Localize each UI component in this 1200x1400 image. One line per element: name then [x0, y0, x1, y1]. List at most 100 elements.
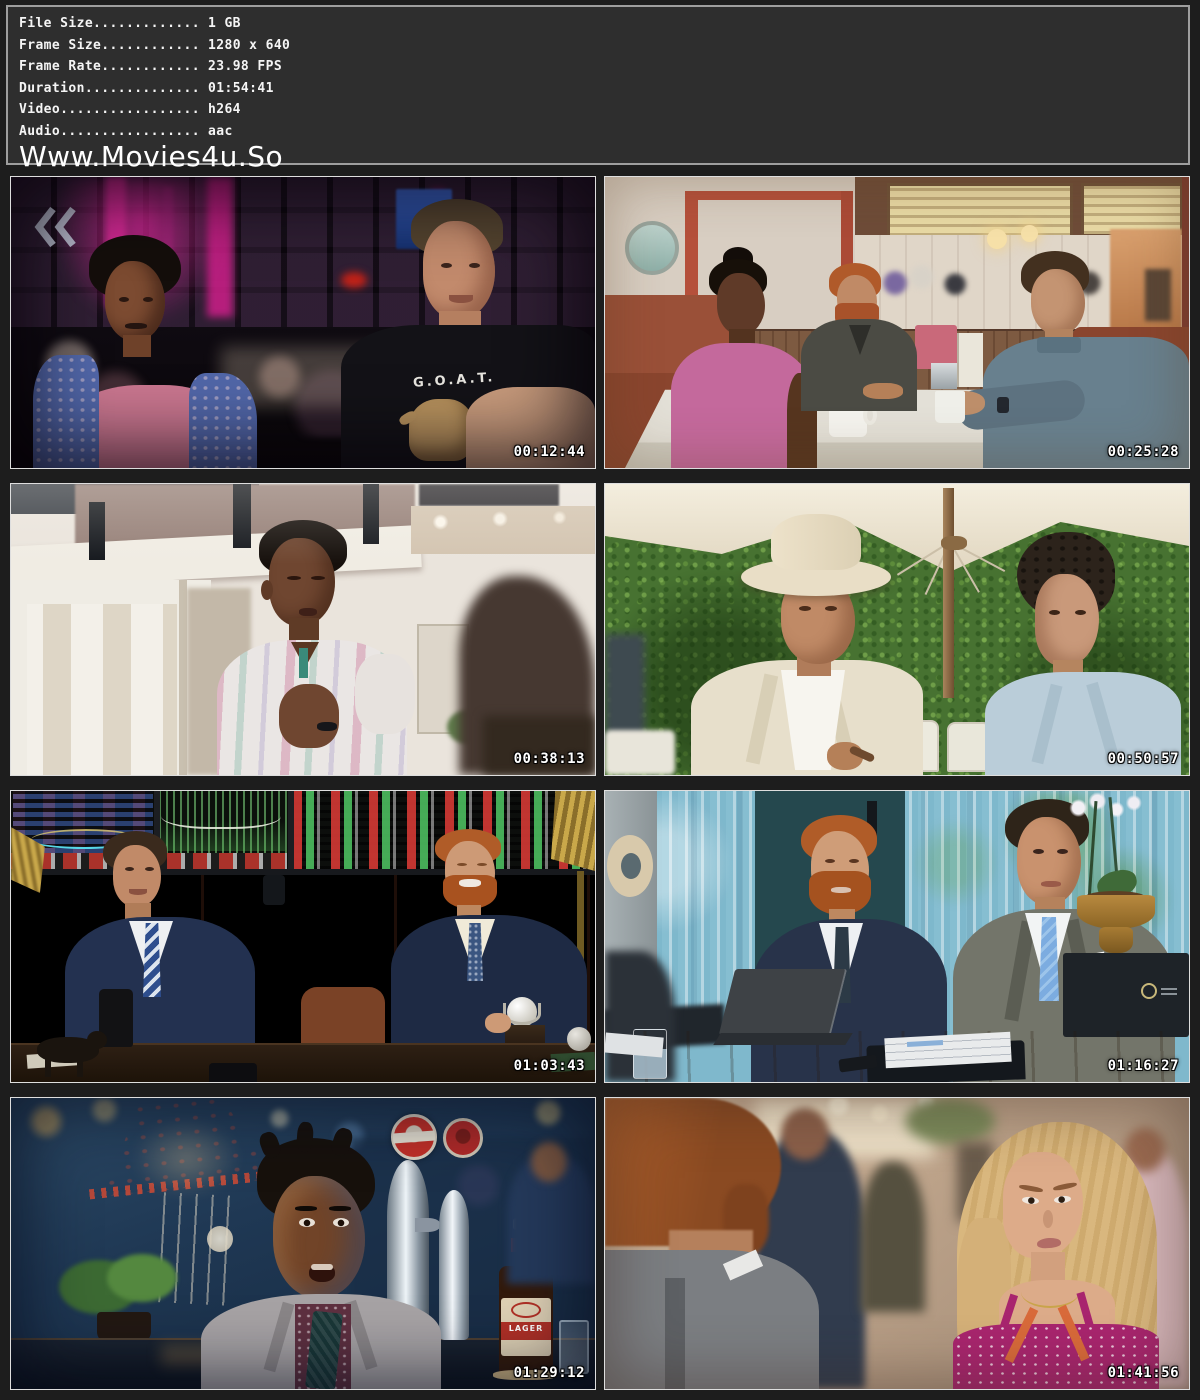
person-eye: [825, 606, 837, 611]
monitor-logo: [1141, 983, 1157, 999]
brass-lamp-shade: [551, 791, 595, 871]
vignette: [11, 1098, 595, 1389]
white-chair-blur: [605, 730, 675, 775]
dot-leader: .................: [60, 102, 200, 117]
closed-eye: [311, 576, 325, 580]
vignette: [605, 177, 1189, 468]
person-eye: [1057, 849, 1068, 854]
screen-bezel: [288, 791, 294, 871]
screenshot-thumbnail-5: 01:03:43: [10, 790, 596, 1083]
info-value: 01:54:41: [200, 81, 274, 96]
umbrella-pole: [943, 488, 954, 698]
info-row-framerate: Frame Rate............23.98 FPS: [19, 56, 1188, 78]
person-eye: [145, 867, 154, 871]
screenshot-thumbnail-1: G.O.A.T. 00:12:44: [10, 176, 596, 469]
dot-leader: .............: [93, 16, 200, 31]
laptop-base: [713, 1033, 852, 1045]
monitor-back: [1063, 953, 1189, 1037]
dot-leader: ..............: [85, 81, 200, 96]
info-label: Frame Rate: [19, 59, 101, 74]
bull-statue-legs: [77, 1059, 83, 1077]
striped-tie: [143, 923, 161, 997]
info-value: 1280 x 640: [200, 38, 290, 53]
screenshot-thumbnail-8: 01:41:56: [604, 1097, 1190, 1390]
timestamp-overlay: 00:12:44: [514, 444, 585, 460]
info-row-filesize: File Size.............1 GB: [19, 13, 1188, 35]
person-eye: [1075, 610, 1086, 615]
monitor-logo-text: [1161, 987, 1177, 995]
info-label: File Size: [19, 16, 93, 31]
screenshot-thumbnail-3: 00:38:13: [10, 483, 596, 776]
timestamp-overlay: 01:41:56: [1108, 1365, 1179, 1381]
timestamp-overlay: 00:25:28: [1108, 444, 1179, 460]
screenshot-thumbnail-2: 00:25:28: [604, 176, 1190, 469]
ptz-camera: [263, 875, 285, 905]
dot-leader: .................: [60, 124, 200, 139]
info-label: Video: [19, 102, 60, 117]
person-eye: [849, 859, 859, 863]
light-blue-tie: [1039, 917, 1059, 1001]
info-value: 1 GB: [200, 16, 241, 31]
dot-leader: ............: [101, 59, 200, 74]
person-face: [1017, 817, 1081, 905]
person-ear: [261, 580, 273, 600]
orchid-flowers: [1067, 791, 1143, 825]
patterned-tie: [467, 923, 483, 981]
vignette: [11, 177, 595, 468]
person-eye: [1049, 610, 1060, 615]
info-label: Duration: [19, 81, 85, 96]
timestamp-overlay: 00:38:13: [514, 751, 585, 767]
person-face: [113, 845, 161, 907]
person-hand: [485, 1013, 511, 1033]
bull-statue-head: [87, 1031, 107, 1049]
person-face: [1035, 574, 1099, 666]
media-info-panel: File Size.............1 GB Frame Size...…: [6, 5, 1190, 165]
closed-eye: [457, 863, 467, 866]
person-eye: [1033, 849, 1044, 854]
shirt-sleeve: [355, 654, 415, 734]
dot-leader: ............: [101, 38, 200, 53]
screenshot-thumbnail-6: 01:16:27: [604, 790, 1190, 1083]
bronze-bowl: [1077, 895, 1155, 929]
info-value: aac: [200, 124, 233, 139]
black-mug: [209, 1063, 257, 1082]
ring-vase-hole: [621, 853, 641, 879]
bracelet: [317, 722, 337, 731]
laptop-screen: [719, 969, 847, 1035]
site-watermark: Www.Movies4u.So: [19, 142, 1188, 172]
lanyard: [299, 648, 308, 678]
timestamp-overlay: 01:16:27: [1108, 1058, 1179, 1074]
timestamp-overlay: 01:03:43: [514, 1058, 585, 1074]
guest-blur: [605, 634, 645, 744]
screenshot-thumbnail-4: 00:50:57: [604, 483, 1190, 776]
person-mouth: [1041, 881, 1061, 887]
timestamp-overlay: 00:50:57: [1108, 751, 1179, 767]
chart-area-fill: [161, 821, 285, 851]
leather-chair: [301, 987, 385, 1049]
umbrella-hub: [941, 536, 967, 550]
closed-eye: [477, 863, 487, 866]
vignette: [605, 1098, 1189, 1389]
clasped-hands: [279, 684, 339, 748]
paneled-door: [27, 604, 177, 775]
info-row-audio: Audio.................aac: [19, 121, 1188, 143]
door-frame: [179, 580, 187, 775]
person-mouth: [299, 608, 317, 616]
bull-statue-legs: [45, 1059, 51, 1077]
person-eye: [825, 859, 835, 863]
top-glow: [11, 484, 595, 564]
person-eye: [125, 867, 134, 871]
person-mouth: [831, 887, 851, 893]
screenshot-sheet: File Size.............1 GB Frame Size...…: [0, 0, 1200, 1400]
info-label: Audio: [19, 124, 60, 139]
smile-teeth: [459, 879, 481, 887]
closed-eye: [287, 576, 301, 580]
info-row-duration: Duration..............01:54:41: [19, 78, 1188, 100]
bronze-bowl-foot: [1099, 927, 1133, 953]
info-value: 23.98 FPS: [200, 59, 282, 74]
timestamp-overlay: 01:29:12: [514, 1365, 585, 1381]
info-row-framesize: Frame Size............1280 x 640: [19, 35, 1188, 57]
cowboy-hat-crown: [771, 514, 861, 570]
info-label: Frame Size: [19, 38, 101, 53]
person-eye: [799, 606, 811, 611]
